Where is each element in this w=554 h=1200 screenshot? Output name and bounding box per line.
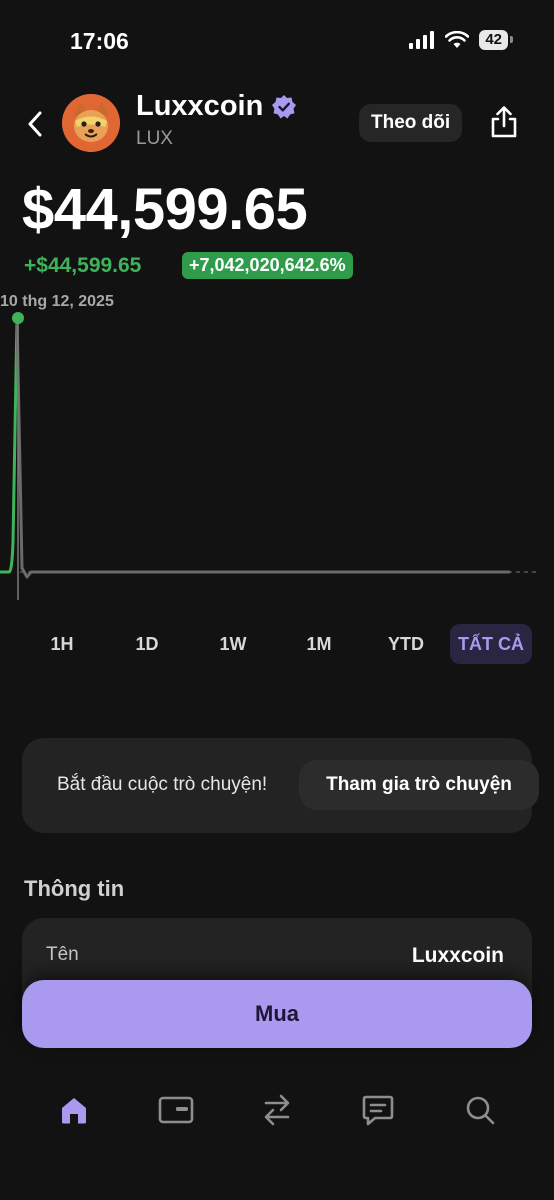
- current-price: $44,599.65: [22, 177, 308, 242]
- join-chat-button[interactable]: Tham gia trò chuyện: [299, 760, 539, 810]
- coin-symbol: LUX: [136, 128, 173, 149]
- chat-prompt: Bắt đầu cuộc trò chuyện!: [57, 774, 268, 795]
- time-range-selector: 1H 1D 1W 1M YTD TẤT CẢ: [20, 624, 534, 664]
- info-row-value: Luxxcoin: [411, 944, 504, 967]
- coin-name: Luxxcoin: [136, 90, 297, 123]
- nav-wallet[interactable]: [156, 1090, 196, 1130]
- chart-selected-point[interactable]: [12, 312, 24, 324]
- search-icon: [466, 1096, 495, 1125]
- price-change-absolute: +$44,599.65: [24, 254, 142, 277]
- range-option[interactable]: 1H: [20, 624, 104, 664]
- range-option[interactable]: 1D: [104, 624, 190, 664]
- range-option[interactable]: YTD: [362, 624, 450, 664]
- back-chevron-icon: [28, 111, 42, 137]
- nav-swap[interactable]: [257, 1090, 297, 1130]
- range-option[interactable]: TẤT CẢ: [450, 624, 532, 664]
- nav-home[interactable]: [54, 1090, 94, 1130]
- wifi-icon: [445, 31, 470, 48]
- coin-name-text: Luxxcoin: [136, 90, 264, 122]
- status-time: 17:06: [70, 28, 129, 54]
- wallet-icon: [158, 1096, 194, 1124]
- chart-line-series: [15, 317, 510, 579]
- bottom-nav: [0, 1084, 554, 1140]
- coin-avatar: [62, 94, 120, 152]
- share-button[interactable]: [484, 102, 524, 142]
- range-option[interactable]: 1W: [190, 624, 276, 664]
- battery-indicator: 42: [479, 30, 513, 50]
- home-icon: [62, 1098, 86, 1124]
- status-indicators: 42: [409, 30, 513, 50]
- buy-button[interactable]: Mua: [22, 980, 532, 1048]
- nav-chat[interactable]: [358, 1090, 398, 1130]
- range-option[interactable]: 1M: [276, 624, 362, 664]
- price-chart[interactable]: [0, 300, 554, 610]
- swap-icon: [264, 1094, 290, 1126]
- price-change-percent-badge: +7,042,020,642.6%: [182, 252, 353, 279]
- follow-button[interactable]: Theo dõi: [359, 104, 463, 142]
- chat-card: Bắt đầu cuộc trò chuyện! Tham gia trò ch…: [22, 738, 539, 833]
- coin-logo-icon: [62, 94, 120, 152]
- chat-icon: [362, 1095, 394, 1126]
- chart-line-rise: [0, 317, 19, 574]
- verified-badge-icon: [272, 94, 297, 118]
- back-button[interactable]: [20, 104, 50, 144]
- share-icon: [491, 106, 517, 138]
- cellular-signal-icon: [409, 31, 435, 49]
- info-row-label: Tên: [46, 944, 79, 965]
- info-section-title: Thông tin: [24, 876, 125, 901]
- nav-search[interactable]: [460, 1090, 500, 1130]
